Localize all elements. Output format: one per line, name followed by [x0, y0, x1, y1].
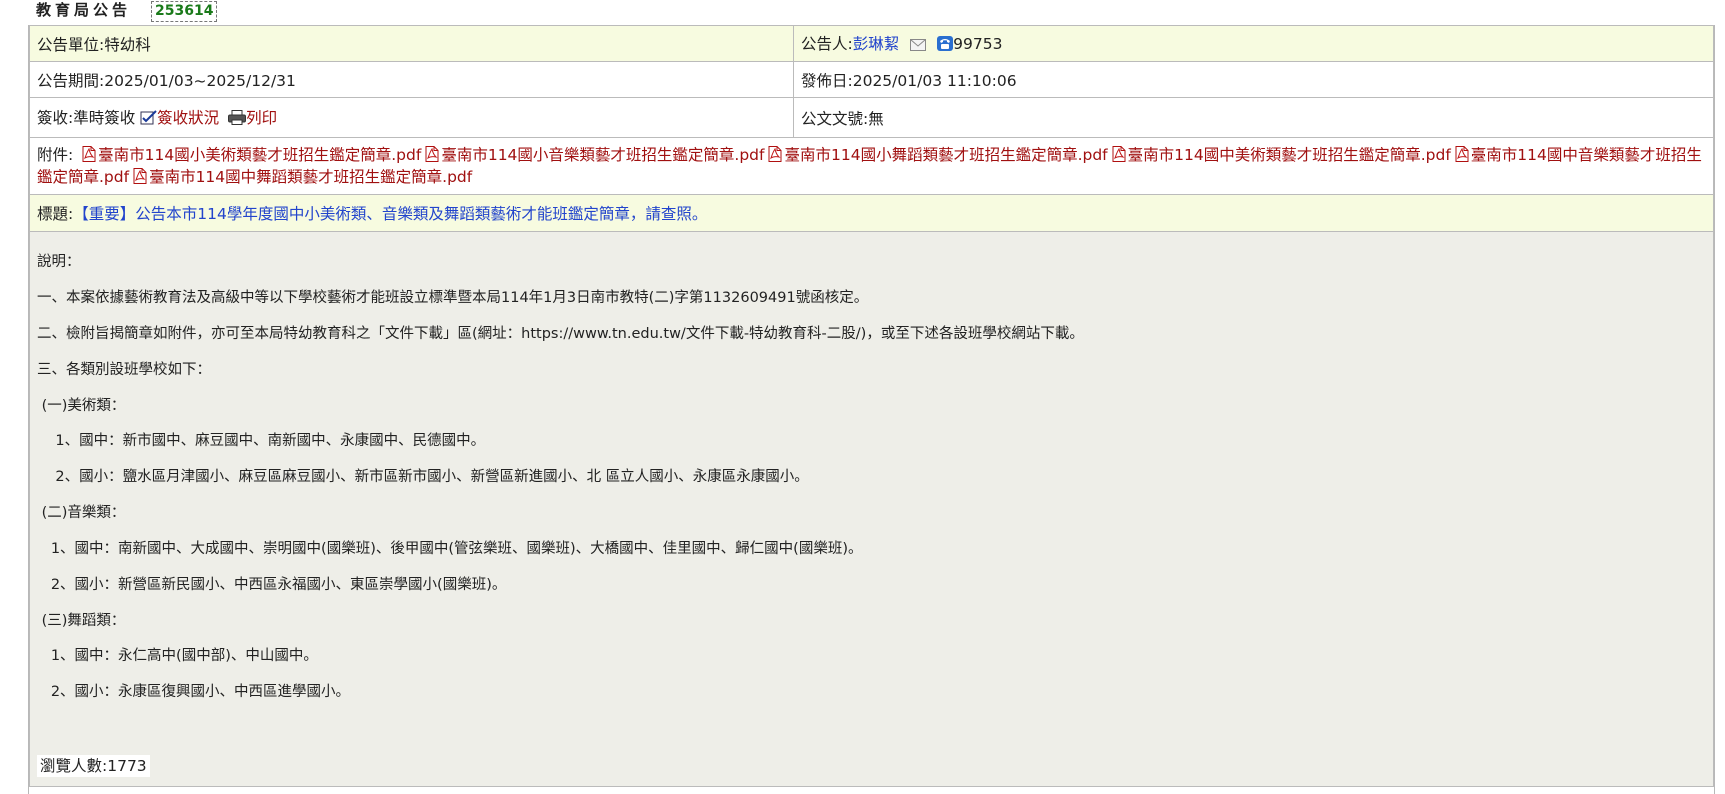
sign-status-link[interactable]: 簽收狀況	[157, 109, 219, 127]
subject-cell: 標題:【重要】公告本市114學年度國中小美術類、音樂類及舞蹈類藝術才能班鑑定簡章…	[29, 194, 1714, 232]
body-line: 一、本案依據藝術教育法及高級中等以下學校藝術才能班設立標準暨本局114年1月3日…	[37, 290, 869, 306]
meta-table: 公告單位:特幼科 公告人:彭琳絜 99753 公告期間:2025/01/03~2…	[29, 25, 1714, 232]
attachment-link[interactable]: 臺南市114國中美術類藝才班招生鑑定簡章.pdf	[1128, 146, 1451, 164]
body-line: 1、國中：南新國中、大成國中、崇明國中(國樂班)、後甲國中(管弦樂班、國樂班)、…	[37, 541, 863, 557]
printer-icon[interactable]	[228, 110, 247, 129]
body-line: 三、各類別設班學校如下：	[37, 362, 211, 378]
body-line: (二)音樂類：	[37, 505, 126, 521]
pdf-icon	[1112, 146, 1126, 162]
phone-icon	[937, 36, 954, 55]
body-line: 二、檢附旨揭簡章如附件，亦可至本局特幼教育科之「文件下載」區(網址：https:…	[37, 326, 1084, 342]
sign-text: 簽收:準時簽收	[37, 109, 136, 127]
sign-cell: 簽收:準時簽收 簽收狀況 列印	[29, 97, 794, 138]
announcer-cell: 公告人:彭琳絜 99753	[793, 25, 1714, 62]
announcer-name-link[interactable]: 彭琳絜	[853, 35, 900, 53]
sign-status-icon[interactable]	[140, 110, 157, 129]
period-cell: 公告期間:2025/01/03~2025/12/31	[29, 61, 794, 98]
attachment-link[interactable]: 臺南市114國小美術類藝才班招生鑑定簡章.pdf	[98, 146, 421, 164]
body-line: 說明：	[37, 254, 81, 270]
mail-icon[interactable]	[910, 37, 927, 55]
pdf-icon	[768, 146, 782, 162]
doc-no-cell: 公文文號:無	[793, 97, 1714, 138]
phone-number: 99753	[953, 35, 1003, 53]
view-count: 瀏覽人數:1773	[37, 755, 150, 777]
body-line: 1、國中：新市國中、麻豆國中、南新國中、永康國中、民德國中。	[37, 433, 486, 449]
body-line: (一)美術類：	[37, 398, 126, 414]
attachments-list: 臺南市114國小美術類藝才班招生鑑定簡章.pdf 臺南市114國小音樂類藝才班招生…	[37, 146, 1702, 186]
announcement-id[interactable]: 253614	[151, 1, 218, 22]
attachments-cell: 附件: 臺南市114國小美術類藝才班招生鑑定簡章.pdf 臺南市114國小音樂類藝…	[29, 137, 1714, 195]
attachment-link[interactable]: 臺南市114國中舞蹈類藝才班招生鑑定簡章.pdf	[149, 168, 472, 186]
header-bar: 教育局公告 253614	[0, 0, 1725, 25]
pdf-icon	[1455, 146, 1469, 162]
body-line: 2、國小：鹽水區月津國小、麻豆區麻豆國小、新市區新市國小、新營區新進國小、北 區…	[37, 469, 809, 485]
pdf-icon	[82, 146, 96, 162]
unit-cell: 公告單位:特幼科	[29, 25, 794, 62]
pdf-icon	[133, 168, 147, 184]
attachments-label: 附件:	[37, 146, 74, 164]
attachment-link[interactable]: 臺南市114國小音樂類藝才班招生鑑定簡章.pdf	[441, 146, 764, 164]
body-line: (三)舞蹈類：	[37, 613, 126, 629]
pdf-icon	[425, 146, 439, 162]
announcer-label: 公告人:	[801, 35, 853, 53]
page-title: 教育局公告	[36, 1, 132, 19]
body-line: 2、國小：新營區新民國小、中西區永福國小、東區崇學國小(國樂班)。	[37, 577, 507, 593]
body-line: 1、國中：永仁高中(國中部)、中山國中。	[37, 648, 318, 664]
subject-text: 【重要】公告本市114學年度國中小美術類、音樂類及舞蹈類藝術才能班鑑定簡章，請查…	[73, 205, 708, 223]
subject-label: 標題:	[37, 205, 74, 223]
announcement-body: 瀏覽人數:1773 說明： 一、本案依據藝術教育法及高級中等以下學校藝術才能班設立…	[29, 232, 1714, 787]
attachment-link[interactable]: 臺南市114國小舞蹈類藝才班招生鑑定簡章.pdf	[784, 146, 1107, 164]
print-link[interactable]: 列印	[246, 109, 277, 127]
published-cell: 發佈日:2025/01/03 11:10:06	[793, 61, 1714, 98]
announcement-frame: 公告單位:特幼科 公告人:彭琳絜 99753 公告期間:2025/01/03~2…	[28, 25, 1715, 794]
body-line: 2、國小：永康區復興國小、中西區進學國小。	[37, 684, 351, 700]
